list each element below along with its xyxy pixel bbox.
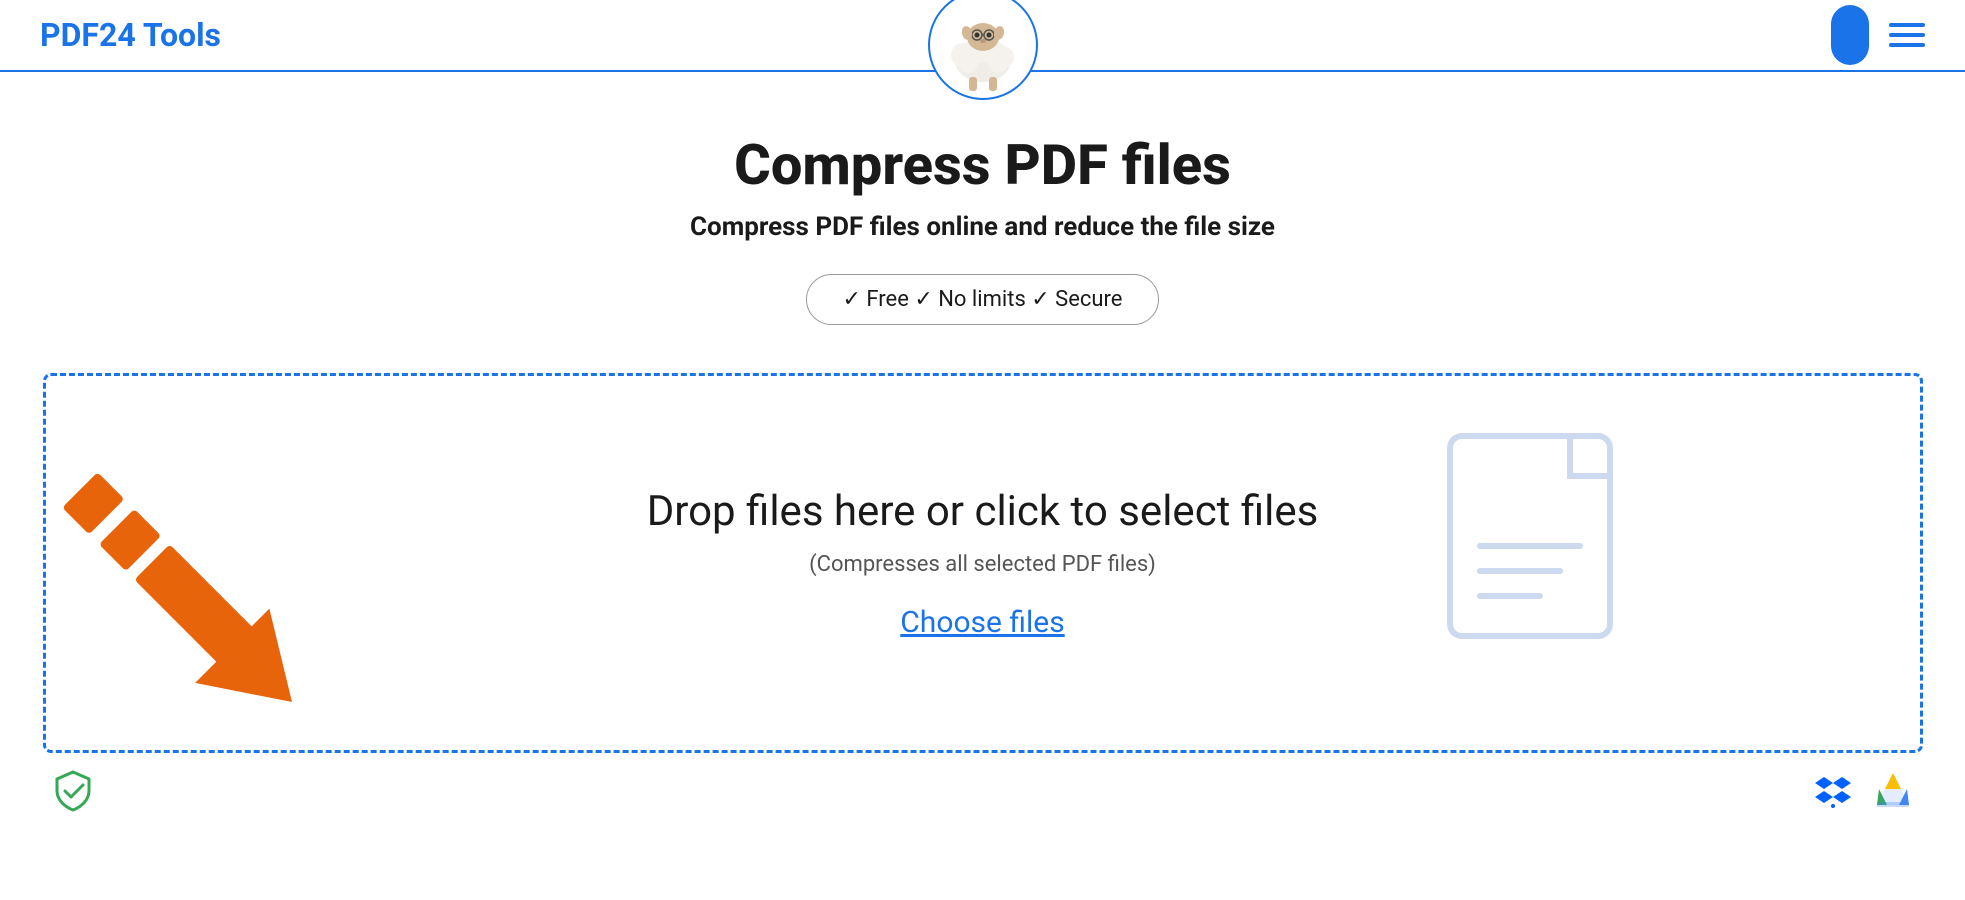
features-badge: ✓ Free ✓ No limits ✓ Secure [806, 274, 1160, 325]
choose-files-button[interactable]: Choose files [900, 605, 1064, 640]
dropbox-icon[interactable] [1811, 769, 1855, 813]
security-shield-icon [51, 769, 95, 813]
page-title: Compress PDF files [734, 132, 1231, 198]
features-text: ✓ Free ✓ No limits ✓ Secure [843, 287, 1123, 312]
file-document-icon [1440, 426, 1660, 696]
hamburger-menu-icon[interactable] [1889, 23, 1925, 47]
drop-zone-wrapper: Drop files here or click to select files… [43, 373, 1923, 813]
drop-text-main: Drop files here or click to select files [647, 487, 1319, 536]
main-content: Compress PDF files Compress PDF files on… [0, 72, 1965, 853]
footer-bar [43, 769, 1923, 813]
logo[interactable]: PDF24 Tools [40, 16, 221, 54]
user-icon[interactable] [1831, 5, 1869, 65]
drop-zone[interactable]: Drop files here or click to select files… [43, 373, 1923, 753]
google-drive-icon[interactable] [1871, 769, 1915, 813]
cloud-storage-icons [1811, 769, 1915, 813]
page-subtitle: Compress PDF files online and reduce the… [690, 212, 1275, 242]
file-bg-icon [1440, 426, 1660, 700]
header: PDF24 Tools [0, 0, 1965, 72]
drop-text-sub: (Compresses all selected PDF files) [809, 552, 1156, 577]
header-actions [1831, 5, 1925, 65]
